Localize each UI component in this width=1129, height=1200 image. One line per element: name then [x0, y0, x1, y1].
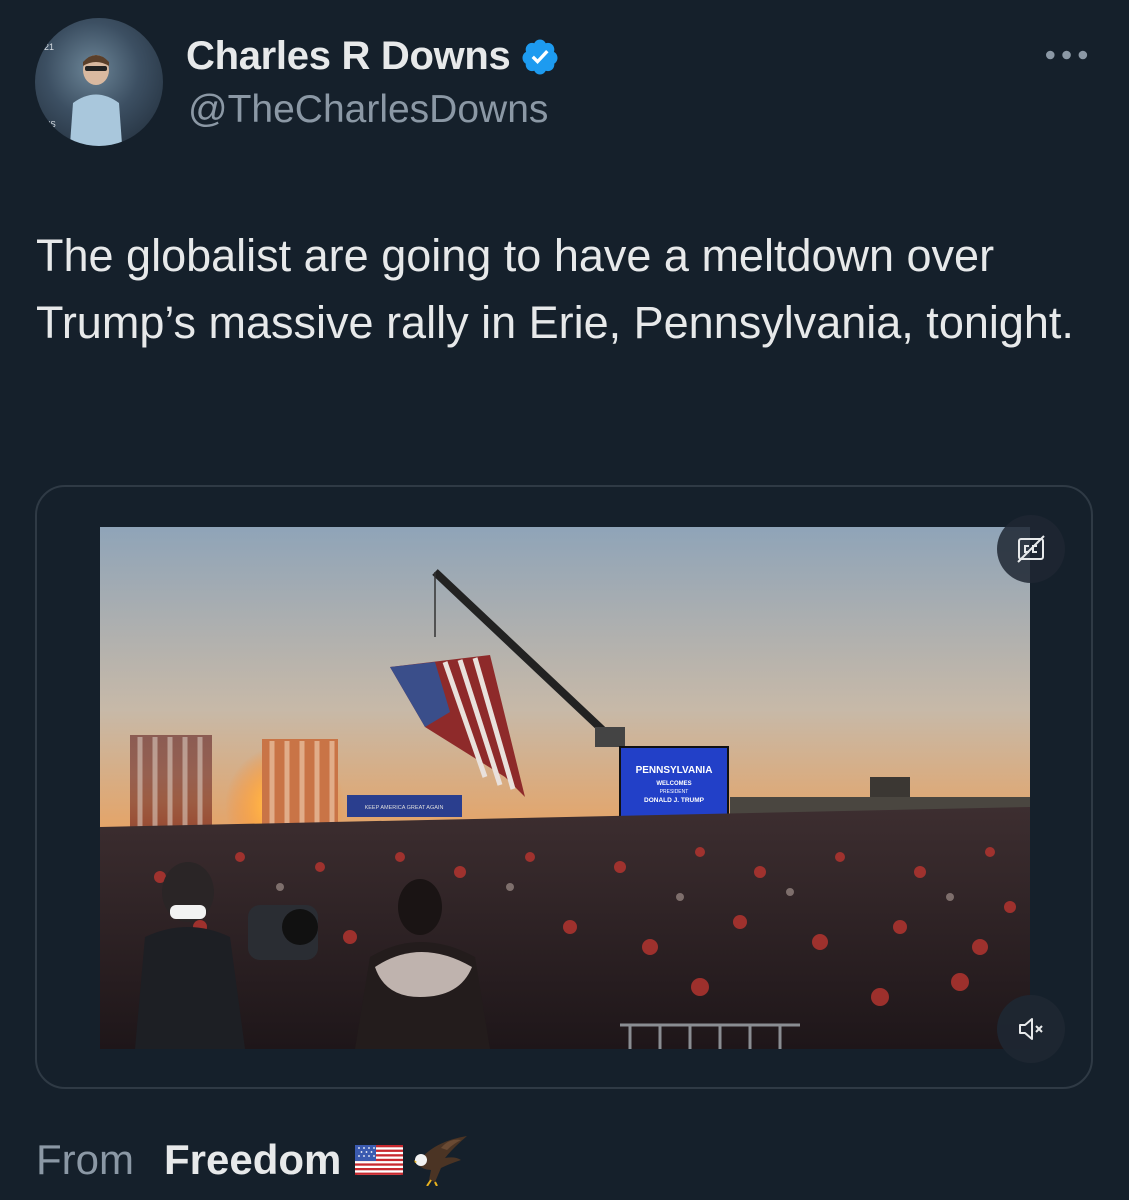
captions-off-icon — [1017, 535, 1045, 563]
avatar-label: WNS — [37, 120, 56, 129]
from-label: From — [36, 1136, 134, 1183]
verified-badge-icon — [520, 37, 560, 77]
banner-text: KEEP AMERICA GREAT AGAIN — [365, 805, 444, 811]
video-frame: PENNSYLVANIA WELCOMES PRESIDENT DONALD J… — [100, 527, 1030, 1049]
source-row: From Freedom — [36, 1132, 469, 1188]
sign-line-3: PRESIDENT — [660, 789, 689, 795]
speaker-muted-icon — [1019, 1018, 1043, 1040]
source-name[interactable]: Freedom — [164, 1136, 341, 1184]
author-name-row[interactable]: Charles R Downs — [186, 34, 560, 79]
sign-line-1: PENNSYLVANIA — [636, 765, 713, 776]
sign-line-2: WELCOMES — [656, 781, 691, 787]
video-player[interactable]: PENNSYLVANIA WELCOMES PRESIDENT DONALD J… — [100, 527, 1030, 1049]
tweet-text: The globalist are going to have a meltdo… — [36, 230, 1074, 348]
mute-button[interactable] — [997, 995, 1065, 1063]
author-display-name[interactable]: Charles R Downs — [186, 34, 511, 79]
captions-button[interactable] — [997, 515, 1065, 583]
eagle-icon — [411, 1134, 469, 1187]
us-flag-icon — [355, 1143, 404, 1177]
avatar-person — [69, 55, 123, 146]
sign-line-4: DONALD J. TRUMP — [644, 797, 705, 804]
more-options-button[interactable] — [1040, 40, 1100, 70]
author-handle[interactable]: @TheCharlesDowns — [188, 88, 548, 132]
avatar-label: 021 — [39, 42, 55, 52]
more-dots-icon — [1046, 50, 1088, 60]
avatar[interactable]: 021 WNS — [35, 18, 163, 146]
